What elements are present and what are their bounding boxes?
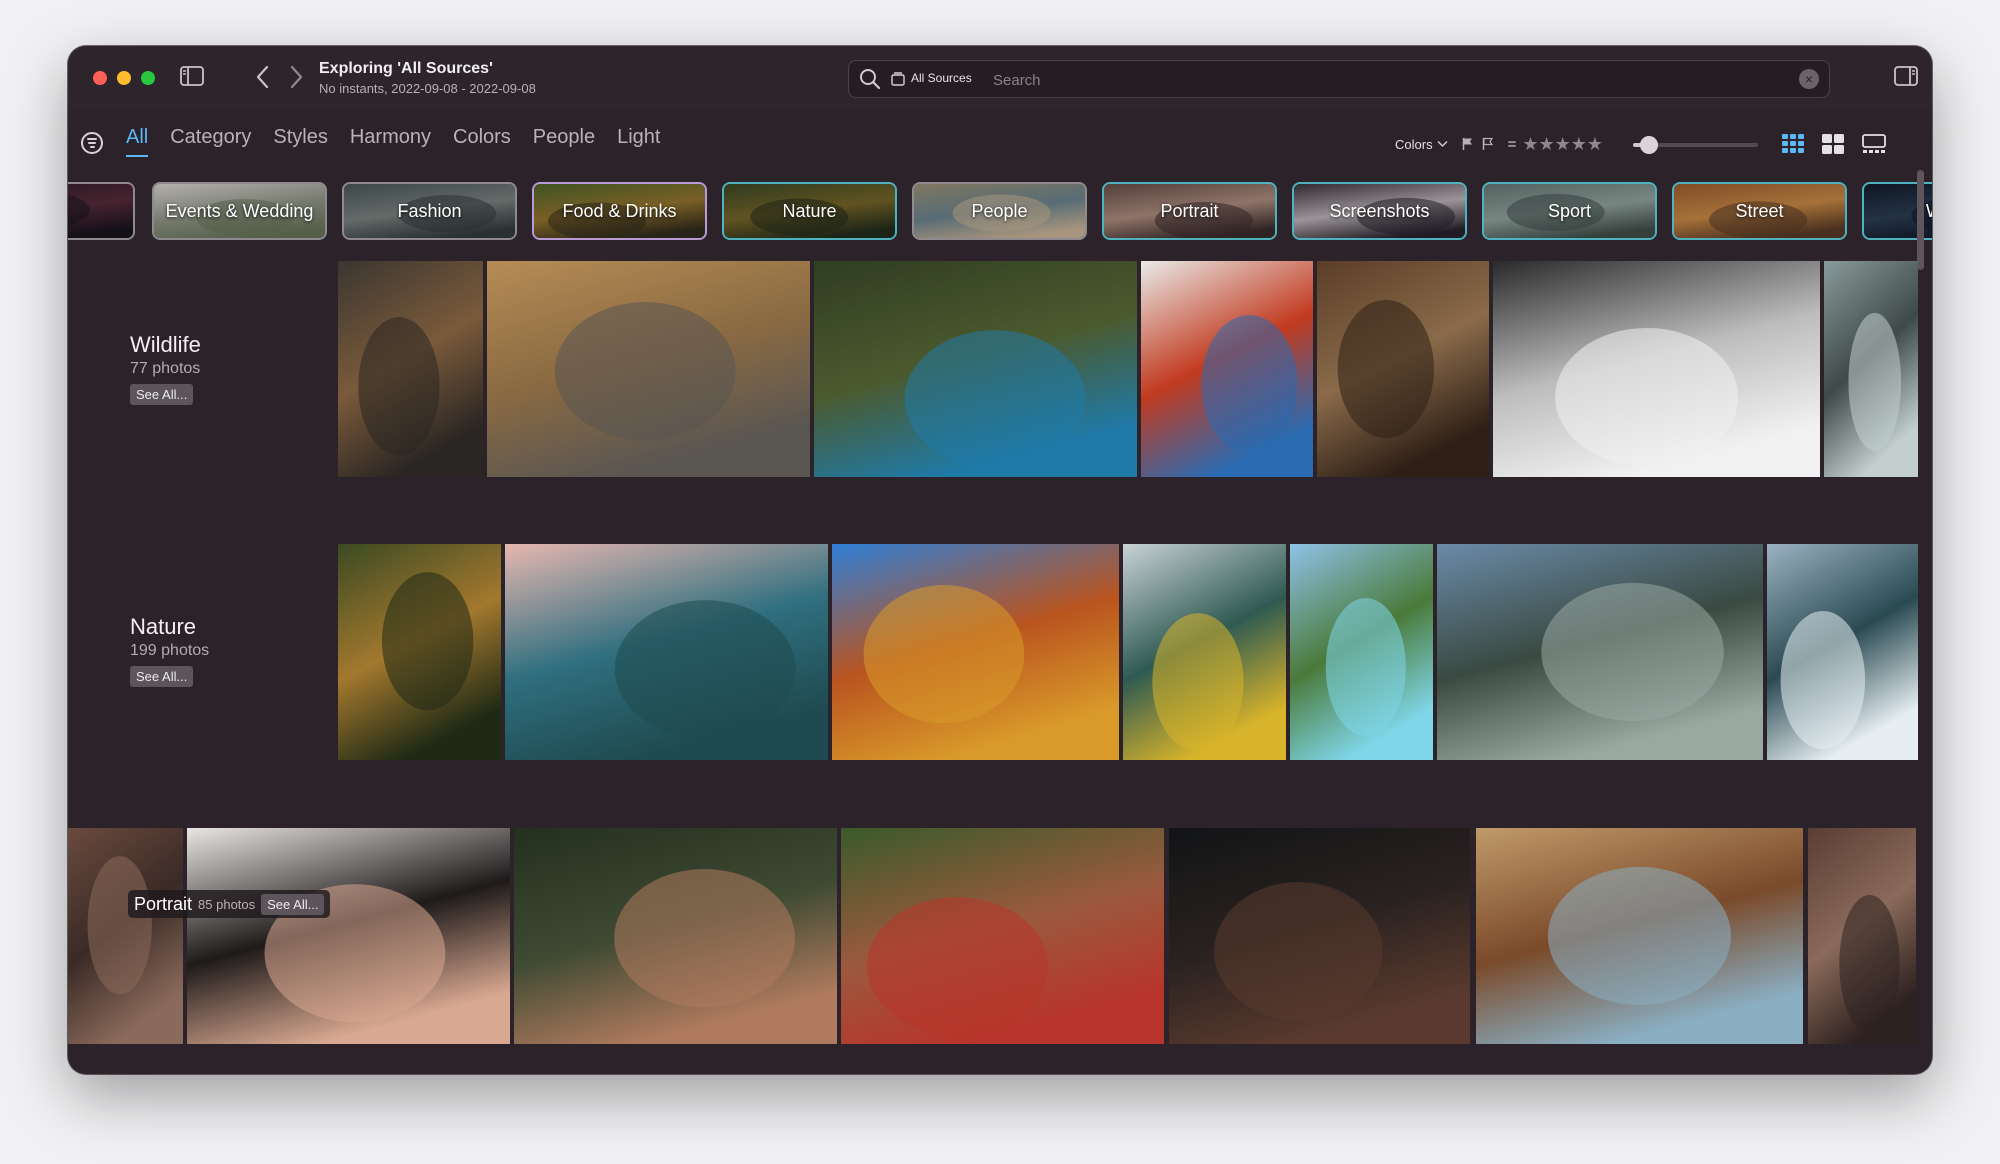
- source-icon: [891, 72, 905, 91]
- chip-label: Portrait: [1160, 200, 1219, 221]
- photo-thumbnail[interactable]: [1493, 261, 1820, 477]
- colors-dropdown[interactable]: Colors: [1395, 137, 1448, 152]
- category-tabs: All Category Styles Harmony Colors Peopl…: [126, 126, 660, 157]
- chip-label: Fashion: [397, 200, 462, 221]
- thumbnail-size-slider[interactable]: [1633, 136, 1758, 154]
- photo-thumbnail[interactable]: [1290, 544, 1433, 760]
- toolbar: All Category Styles Harmony Colors Peopl…: [68, 110, 1932, 176]
- wildlife-photo-row: [338, 261, 1918, 477]
- photo-thumbnail[interactable]: [1317, 261, 1489, 477]
- see-all-button[interactable]: See All...: [130, 384, 194, 405]
- photo-thumbnail[interactable]: [1767, 544, 1918, 760]
- window-title: Exploring 'All Sources': [319, 60, 493, 77]
- tab-styles[interactable]: Styles: [273, 126, 327, 157]
- vertical-scrollbar[interactable]: [1917, 170, 1924, 270]
- chip-label: Sport: [1547, 200, 1592, 221]
- category-chip-strip: nces Events & Wedding Fashion Food & Drinks…: [68, 174, 1932, 244]
- flag-icon[interactable]: [1462, 137, 1474, 151]
- filter-icon[interactable]: [81, 132, 103, 154]
- minimize-window-button[interactable]: [117, 71, 131, 85]
- category-chip[interactable]: Events & Wedding: [152, 182, 327, 240]
- tab-category[interactable]: Category: [170, 126, 251, 157]
- category-chip[interactable]: nces: [68, 182, 135, 240]
- filmstrip-view-icon[interactable]: [1862, 134, 1886, 159]
- rating-stars[interactable]: ★★★★★: [1522, 134, 1603, 155]
- colors-dropdown-label: Colors: [1395, 136, 1433, 152]
- photo-thumbnail[interactable]: [338, 261, 483, 477]
- photo-thumbnail[interactable]: [1169, 828, 1470, 1044]
- tab-colors[interactable]: Colors: [453, 126, 511, 157]
- section-title: Portrait: [134, 893, 193, 914]
- category-chip[interactable]: Fashion: [342, 182, 517, 240]
- tab-harmony[interactable]: Harmony: [350, 126, 431, 157]
- search-source-label[interactable]: All Sources: [911, 71, 972, 85]
- tab-people[interactable]: People: [533, 126, 595, 157]
- photo-thumbnail[interactable]: [1808, 828, 1916, 1044]
- section-portrait: Portrait 85 photos See All...: [128, 890, 331, 918]
- photo-thumbnail[interactable]: [832, 544, 1119, 760]
- section-title: Nature: [130, 614, 197, 639]
- tab-all[interactable]: All: [126, 126, 149, 157]
- chip-label: Street: [1735, 200, 1784, 221]
- photo-thumbnail[interactable]: [1824, 261, 1918, 477]
- app-window: Exploring 'All Sources' No instants, 202…: [68, 46, 1932, 1074]
- photo-thumbnail[interactable]: [814, 261, 1137, 477]
- photo-thumbnail[interactable]: [187, 828, 510, 1044]
- portrait-photo-row: [68, 828, 1916, 1044]
- photo-thumbnail[interactable]: [505, 544, 828, 760]
- category-chip[interactable]: Sport: [1482, 182, 1657, 240]
- photo-thumbnail[interactable]: [841, 828, 1164, 1044]
- inspector-toggle-icon[interactable]: [1894, 66, 1918, 86]
- see-all-button[interactable]: See All...: [261, 893, 325, 915]
- back-icon[interactable]: [255, 64, 271, 90]
- search-input[interactable]: [991, 67, 1775, 93]
- section-count: 199 photos: [130, 642, 210, 659]
- photo-thumbnail[interactable]: [1437, 544, 1763, 760]
- forward-icon[interactable]: [288, 64, 304, 90]
- title-bar: Exploring 'All Sources' No instants, 202…: [68, 46, 1932, 110]
- category-chip[interactable]: Food & Drinks: [532, 182, 707, 240]
- section-count: 85 photos: [198, 896, 256, 912]
- section-nature: Nature 199 photos See All...: [130, 614, 209, 687]
- category-chip[interactable]: Street: [1672, 182, 1847, 240]
- sidebar-toggle-icon[interactable]: [180, 66, 204, 86]
- nature-photo-row: [338, 544, 1918, 760]
- category-chip[interactable]: Nature: [722, 182, 897, 240]
- window-subtitle: No instants, 2022-09-08 - 2022-09-08: [319, 81, 536, 96]
- chip-label: Food & Drinks: [562, 200, 677, 221]
- rating-equals[interactable]: =: [1508, 136, 1517, 153]
- chip-label: Water: [1926, 201, 1932, 222]
- chevron-down-icon: [1437, 140, 1448, 148]
- chip-label: Events & Wedding: [165, 200, 314, 221]
- search-bar[interactable]: All Sources ×: [848, 60, 1830, 98]
- chip-label: Screenshots: [1329, 200, 1430, 221]
- chip-label: People: [971, 200, 1028, 221]
- category-chip[interactable]: People: [912, 182, 1087, 240]
- search-icon: [859, 68, 881, 95]
- slider-knob[interactable]: [1640, 136, 1659, 154]
- photo-thumbnail[interactable]: [514, 828, 837, 1044]
- grid-small-view-icon[interactable]: [1782, 134, 1804, 159]
- photo-thumbnail[interactable]: [1141, 261, 1313, 477]
- section-title: Wildlife: [130, 332, 201, 357]
- clear-search-icon[interactable]: ×: [1799, 69, 1819, 89]
- category-chip[interactable]: Screenshots: [1292, 182, 1467, 240]
- close-window-button[interactable]: [93, 71, 107, 85]
- grid-large-view-icon[interactable]: [1822, 134, 1844, 159]
- section-count: 77 photos: [130, 360, 201, 377]
- tab-light[interactable]: Light: [617, 126, 660, 157]
- section-wildlife: Wildlife 77 photos See All...: [130, 332, 201, 405]
- photo-thumbnail[interactable]: [1476, 828, 1803, 1044]
- photo-thumbnail[interactable]: [1123, 544, 1286, 760]
- category-chip[interactable]: Portrait: [1102, 182, 1277, 240]
- filter-controls: Colors = ★★★★★: [1395, 134, 1603, 154]
- see-all-button[interactable]: See All...: [130, 666, 194, 687]
- zoom-window-button[interactable]: [141, 71, 155, 85]
- photo-thumbnail[interactable]: [68, 828, 183, 1044]
- photo-thumbnail[interactable]: [338, 544, 501, 760]
- chip-label: Nature: [782, 200, 837, 221]
- reject-flag-icon[interactable]: [1482, 137, 1494, 151]
- photo-thumbnail[interactable]: [487, 261, 810, 477]
